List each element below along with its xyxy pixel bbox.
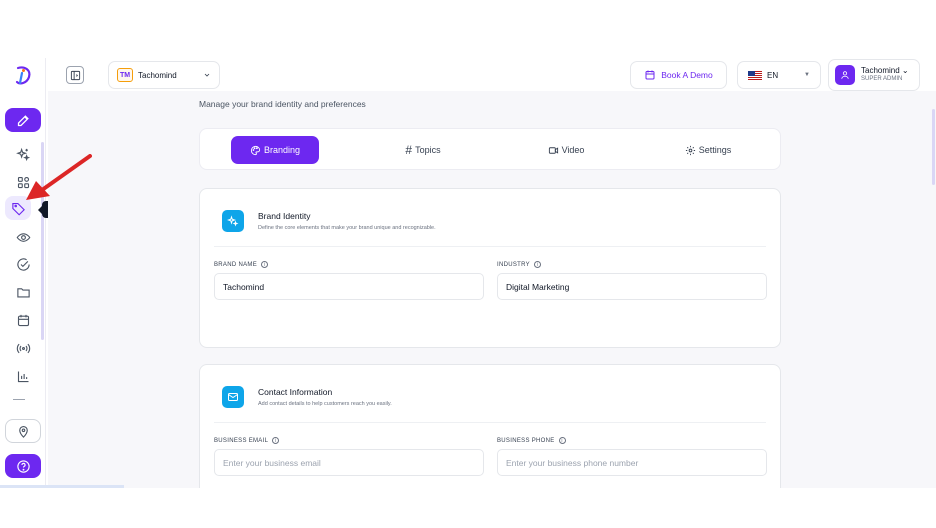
tab-video-label: Video [561, 145, 585, 155]
contact-info-title: Contact Information [258, 387, 333, 397]
bottom-scrollbar[interactable] [0, 485, 124, 488]
caret-down-icon: ▼ [804, 72, 810, 78]
sidebar-item-approvals[interactable] [5, 252, 41, 276]
tag-icon [11, 202, 25, 216]
app-root: Brand TM Tachomind Book A Demo EN ▼ Tach… [0, 58, 936, 488]
us-flag-icon [748, 70, 762, 80]
book-demo-button[interactable]: Book A Demo [630, 61, 727, 89]
brand-identity-title: Brand Identity [258, 211, 311, 221]
sidebar [0, 58, 46, 488]
hash-icon: # [405, 143, 413, 157]
tab-video[interactable]: Video [518, 136, 614, 164]
divider [214, 246, 766, 247]
sidebar-item-analytics[interactable] [5, 364, 41, 388]
edit-icon [17, 114, 29, 126]
app-logo-icon[interactable] [11, 64, 35, 88]
brand-name-input[interactable]: Tachomind [214, 273, 484, 300]
calendar-icon [645, 70, 655, 80]
tab-branding[interactable]: Branding [231, 136, 319, 164]
industry-input[interactable]: Digital Marketing [497, 273, 767, 300]
folder-icon [16, 287, 30, 297]
chevron-down-icon: ⌄ [901, 66, 909, 76]
broadcast-icon [16, 343, 30, 353]
chevron-down-icon [204, 73, 210, 77]
palette-icon [250, 145, 261, 155]
user-icon [841, 71, 849, 79]
location-pin-icon [18, 425, 28, 438]
sidebar-item-files[interactable] [5, 280, 41, 304]
avatar [835, 65, 855, 85]
contact-info-description: Add contact details to help customers re… [258, 401, 392, 407]
workspace-selector[interactable]: TM Tachomind [108, 61, 220, 89]
sidebar-divider [13, 399, 25, 400]
industry-label: INDUSTRY i [497, 261, 541, 268]
eye-icon [16, 232, 30, 242]
sparkles-icon [227, 215, 239, 227]
sidebar-item-preview[interactable] [5, 225, 41, 249]
page-subtitle: Manage your brand identity and preferenc… [199, 99, 366, 109]
tab-bar: Branding # Topics Video Settings [199, 128, 781, 170]
workspace-badge: TM [117, 68, 133, 82]
user-info: Tachomind ⌄ SUPER ADMIN [861, 66, 909, 83]
business-email-label: BUSINESS EMAIL i [214, 437, 280, 444]
brand-name-label: BRAND NAME i [214, 261, 269, 268]
contact-info-card: Contact Information Add contact details … [199, 364, 781, 488]
info-icon[interactable]: i [261, 261, 269, 268]
tab-topics-label: Topics [415, 145, 441, 155]
divider [214, 422, 766, 423]
tab-settings[interactable]: Settings [660, 136, 756, 164]
book-demo-label: Book A Demo [661, 70, 713, 80]
calendar-icon [17, 314, 29, 326]
create-post-button[interactable] [5, 108, 41, 132]
gear-icon [685, 145, 695, 155]
info-icon[interactable]: i [272, 437, 280, 444]
help-button[interactable] [5, 454, 41, 478]
video-icon [548, 146, 558, 154]
user-name: Tachomind [861, 66, 900, 76]
mail-icon [228, 393, 238, 401]
help-circle-icon [16, 459, 30, 473]
tab-topics[interactable]: # Topics [375, 136, 471, 164]
toggle-sidebar-button[interactable] [66, 66, 84, 84]
sidebar-toggle-icon [70, 70, 80, 80]
brand-identity-icon [222, 210, 244, 232]
info-icon[interactable]: i [558, 437, 566, 444]
top-bar: TM Tachomind Book A Demo EN ▼ Tachomind … [48, 58, 936, 91]
language-selector[interactable]: EN ▼ [737, 61, 821, 89]
brand-identity-description: Define the core elements that make your … [258, 225, 436, 231]
check-circle-icon [16, 257, 30, 271]
sidebar-item-broadcast[interactable] [5, 336, 41, 360]
user-role: SUPER ADMIN [861, 76, 903, 83]
business-phone-label: BUSINESS PHONE i [497, 437, 566, 444]
info-icon[interactable]: i [533, 261, 541, 268]
user-menu[interactable]: Tachomind ⌄ SUPER ADMIN [828, 59, 920, 91]
business-email-input[interactable]: Enter your business email [214, 449, 484, 476]
business-phone-input[interactable]: Enter your business phone number [497, 449, 767, 476]
brand-identity-card: Brand Identity Define the core elements … [199, 188, 781, 348]
sidebar-item-location[interactable] [5, 419, 41, 443]
red-arrow-annotation [26, 154, 92, 200]
main-scrollbar[interactable] [932, 109, 935, 185]
workspace-name: Tachomind [138, 70, 177, 80]
tab-branding-label: Branding [263, 145, 301, 155]
language-code: EN [767, 70, 779, 80]
contact-info-icon [222, 386, 244, 408]
contact-info-header: Contact Information Add contact details … [222, 386, 392, 408]
tab-settings-label: Settings [698, 145, 732, 155]
main-content: Manage your brand identity and preferenc… [48, 91, 936, 488]
sidebar-item-calendar[interactable] [5, 308, 41, 332]
bar-chart-icon [17, 371, 28, 382]
brand-identity-header: Brand Identity Define the core elements … [222, 210, 436, 232]
